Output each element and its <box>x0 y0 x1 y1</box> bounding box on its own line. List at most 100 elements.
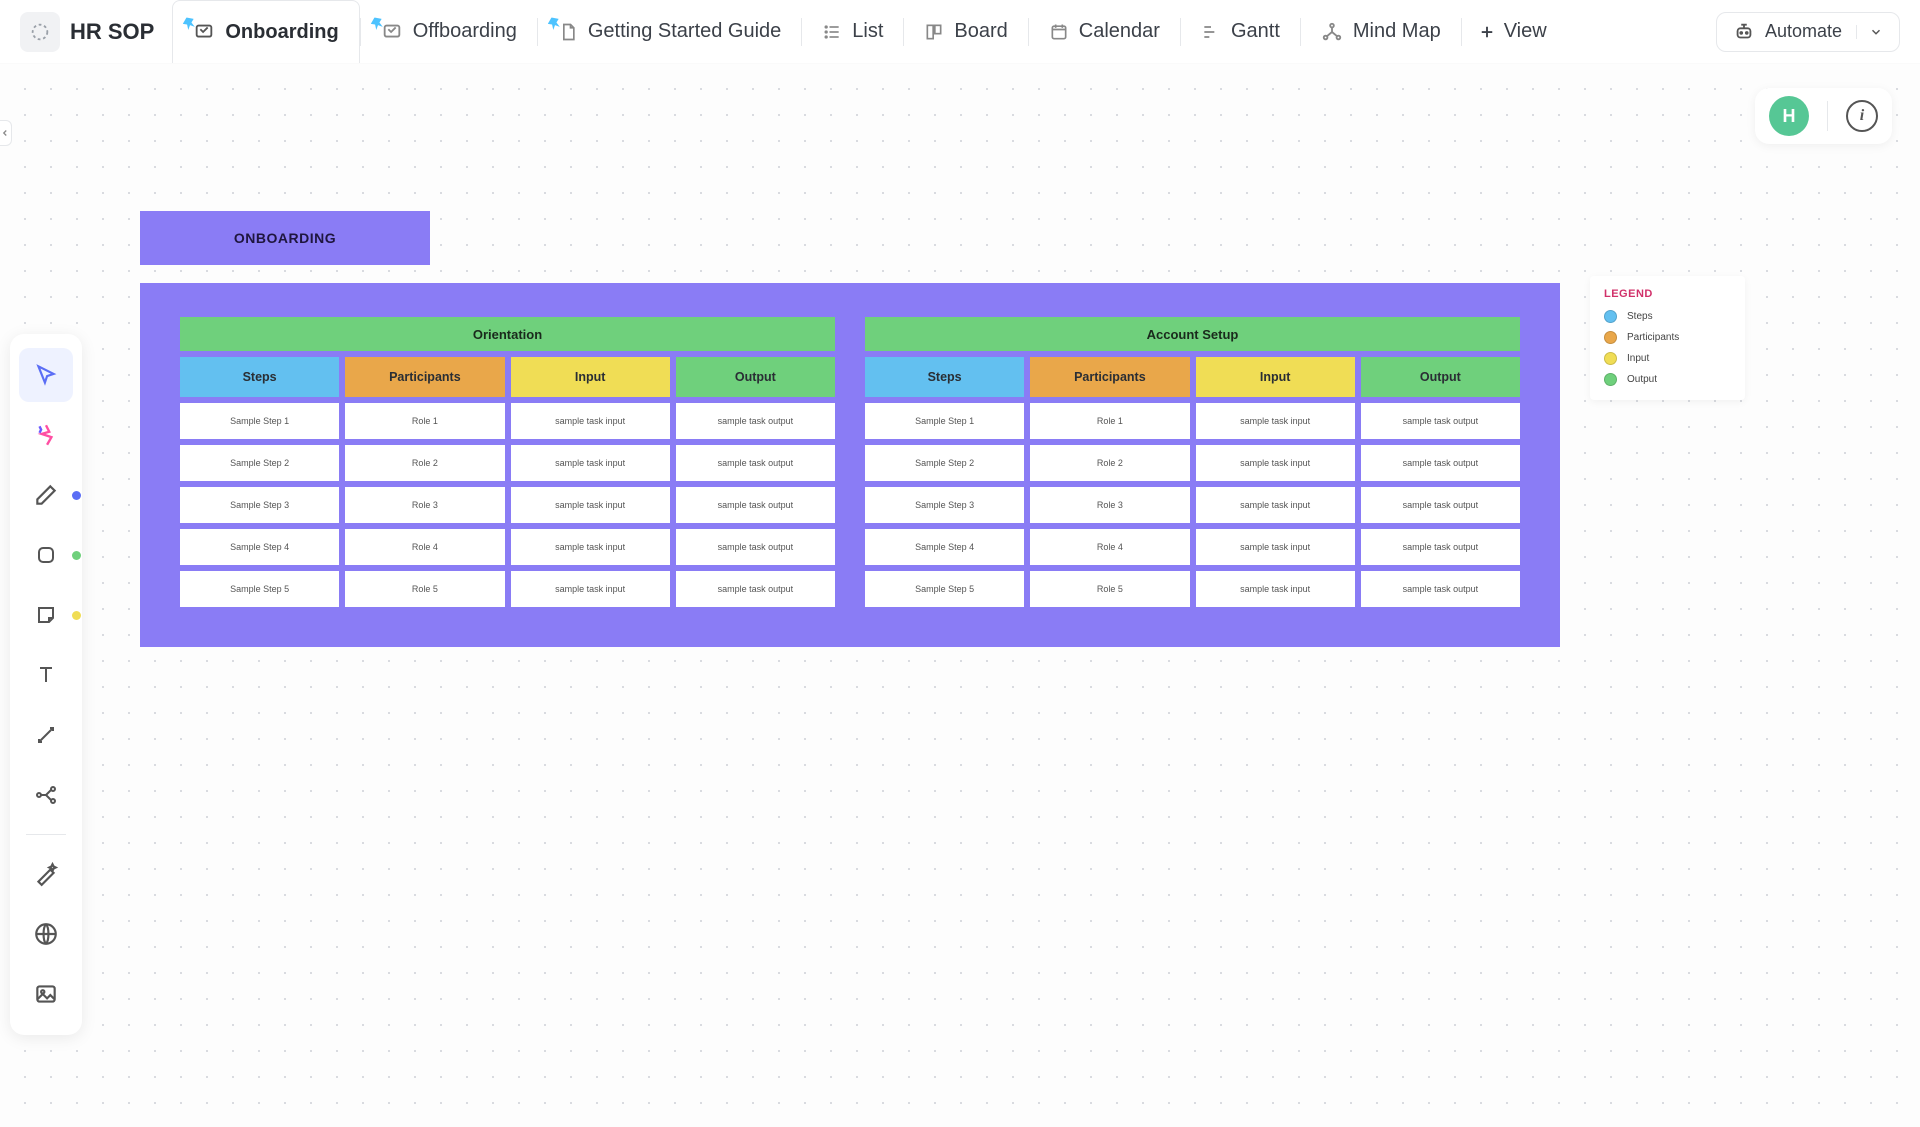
select-tool[interactable] <box>19 348 73 402</box>
table-cell[interactable]: sample task output <box>1361 403 1520 439</box>
table-cell[interactable]: Role 3 <box>1030 487 1189 523</box>
tab-onboarding[interactable]: Onboarding <box>172 0 359 63</box>
col-input[interactable]: Input <box>511 357 670 397</box>
doc-icon <box>20 12 60 52</box>
table-cell[interactable]: sample task output <box>1361 529 1520 565</box>
table-cell[interactable]: sample task input <box>511 529 670 565</box>
legend-title: LEGEND <box>1604 288 1731 300</box>
table-cell[interactable]: Role 1 <box>1030 403 1189 439</box>
chevron-down-icon[interactable] <box>1856 25 1883 39</box>
table-cell[interactable]: sample task input <box>1196 445 1355 481</box>
text-tool[interactable] <box>19 648 73 702</box>
connector-tool[interactable] <box>19 708 73 762</box>
legend-item-input: Input <box>1604 352 1731 365</box>
col-output[interactable]: Output <box>1361 357 1520 397</box>
whiteboard-icon <box>381 21 403 43</box>
table-cell[interactable]: Sample Step 3 <box>865 487 1024 523</box>
table-cell[interactable]: Role 5 <box>345 571 504 607</box>
web-tool[interactable] <box>19 907 73 961</box>
table-cell[interactable]: Sample Step 1 <box>865 403 1024 439</box>
table-cell[interactable]: Sample Step 4 <box>865 529 1024 565</box>
table-cell[interactable]: Role 4 <box>345 529 504 565</box>
collapse-handle[interactable] <box>0 120 12 146</box>
tab-board[interactable]: Board <box>904 0 1027 63</box>
table-row[interactable]: Sample Step 1Role 1sample task inputsamp… <box>865 403 1520 439</box>
col-input[interactable]: Input <box>1196 357 1355 397</box>
tab-offboarding[interactable]: Offboarding <box>361 0 537 63</box>
table-cell[interactable]: sample task input <box>1196 403 1355 439</box>
table-cell[interactable]: sample task output <box>676 571 835 607</box>
col-participants[interactable]: Participants <box>1030 357 1189 397</box>
legend-label: Participants <box>1627 332 1679 343</box>
table-cell[interactable]: Sample Step 4 <box>180 529 339 565</box>
canvas[interactable]: H i <box>0 64 1920 1127</box>
page-title: HR SOP <box>70 19 154 45</box>
image-tool[interactable] <box>19 967 73 1021</box>
automate-label: Automate <box>1765 21 1842 42</box>
col-steps[interactable]: Steps <box>865 357 1024 397</box>
table-row[interactable]: Sample Step 3Role 3sample task inputsamp… <box>865 487 1520 523</box>
tab-calendar[interactable]: Calendar <box>1029 0 1180 63</box>
table-cell[interactable]: sample task output <box>1361 487 1520 523</box>
table-cell[interactable]: sample task input <box>511 445 670 481</box>
table-cell[interactable]: sample task output <box>676 445 835 481</box>
shape-tool[interactable] <box>19 528 73 582</box>
table-cell[interactable]: Sample Step 2 <box>865 445 1024 481</box>
table-cell[interactable]: Sample Step 2 <box>180 445 339 481</box>
magic-tool[interactable] <box>19 847 73 901</box>
table-cell[interactable]: sample task output <box>676 529 835 565</box>
table-row[interactable]: Sample Step 1Role 1sample task inputsamp… <box>180 403 835 439</box>
table-cell[interactable]: sample task input <box>1196 529 1355 565</box>
automate-button[interactable]: Automate <box>1716 12 1900 52</box>
table-row[interactable]: Sample Step 3Role 3sample task inputsamp… <box>180 487 835 523</box>
table-cell[interactable]: sample task output <box>676 403 835 439</box>
table-cell[interactable]: sample task input <box>511 487 670 523</box>
table-cell[interactable]: sample task input <box>1196 487 1355 523</box>
table-cell[interactable]: sample task input <box>511 571 670 607</box>
tab-gantt[interactable]: Gantt <box>1181 0 1300 63</box>
col-participants[interactable]: Participants <box>345 357 504 397</box>
table-cell[interactable]: sample task input <box>1196 571 1355 607</box>
ai-tool[interactable] <box>19 408 73 462</box>
table-cell[interactable]: Role 3 <box>345 487 504 523</box>
tab-list[interactable]: List <box>802 0 903 63</box>
table-cell[interactable]: Role 4 <box>1030 529 1189 565</box>
legend-label: Output <box>1627 374 1657 385</box>
tab-getting-started[interactable]: Getting Started Guide <box>538 0 801 63</box>
add-view-button[interactable]: View <box>1462 0 1563 63</box>
table-cell[interactable]: Sample Step 3 <box>180 487 339 523</box>
board-title[interactable]: ONBOARDING <box>140 211 430 265</box>
table-row[interactable]: Sample Step 4Role 4sample task inputsamp… <box>865 529 1520 565</box>
section-header[interactable]: Orientation <box>180 317 835 351</box>
table-cell[interactable]: sample task output <box>1361 571 1520 607</box>
info-button[interactable]: i <box>1846 100 1878 132</box>
board-wrap: ONBOARDING Orientation Steps Participant… <box>140 211 1560 647</box>
table-cell[interactable]: Sample Step 5 <box>865 571 1024 607</box>
table-row[interactable]: Sample Step 4Role 4sample task inputsamp… <box>180 529 835 565</box>
table-cell[interactable]: Role 2 <box>1030 445 1189 481</box>
table-cell[interactable]: Role 1 <box>345 403 504 439</box>
tool-rail <box>10 334 82 1035</box>
table-cell[interactable]: Role 2 <box>345 445 504 481</box>
col-output[interactable]: Output <box>676 357 835 397</box>
table-row[interactable]: Sample Step 2Role 2sample task inputsamp… <box>865 445 1520 481</box>
pen-tool[interactable] <box>19 468 73 522</box>
table-cell[interactable]: sample task output <box>676 487 835 523</box>
legend[interactable]: LEGEND Steps Participants Input Output <box>1590 276 1745 400</box>
tab-mindmap[interactable]: Mind Map <box>1301 0 1461 63</box>
mindmap-icon <box>1321 21 1343 43</box>
table-cell[interactable]: sample task output <box>1361 445 1520 481</box>
avatar[interactable]: H <box>1769 96 1809 136</box>
relations-tool[interactable] <box>19 768 73 822</box>
table-cell[interactable]: Sample Step 5 <box>180 571 339 607</box>
col-steps[interactable]: Steps <box>180 357 339 397</box>
table-row[interactable]: Sample Step 5Role 5sample task inputsamp… <box>180 571 835 607</box>
table-row[interactable]: Sample Step 5Role 5sample task inputsamp… <box>865 571 1520 607</box>
section-header[interactable]: Account Setup <box>865 317 1520 351</box>
table-cell[interactable]: Role 5 <box>1030 571 1189 607</box>
sticky-tool[interactable] <box>19 588 73 642</box>
tab-label: Offboarding <box>413 20 517 43</box>
table-cell[interactable]: sample task input <box>511 403 670 439</box>
table-cell[interactable]: Sample Step 1 <box>180 403 339 439</box>
table-row[interactable]: Sample Step 2Role 2sample task inputsamp… <box>180 445 835 481</box>
